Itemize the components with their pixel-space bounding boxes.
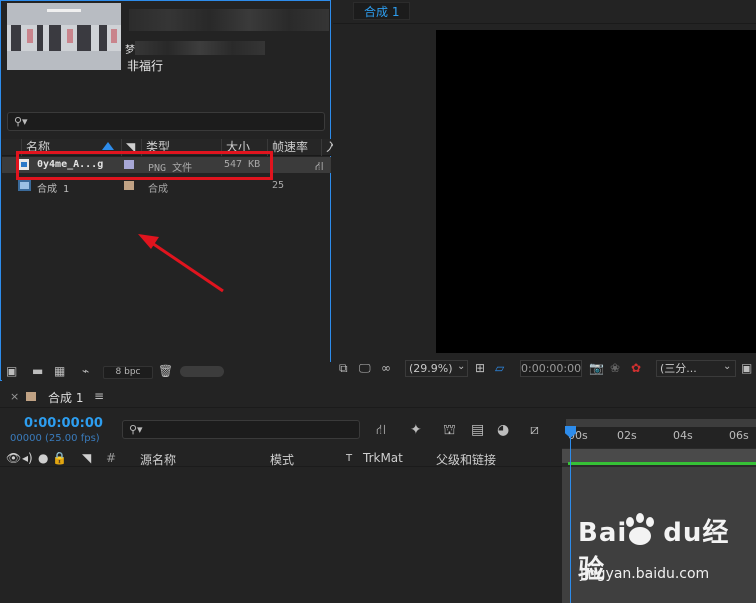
color-channels-icon[interactable]: ✿ <box>631 361 641 375</box>
close-icon[interactable]: × <box>10 390 19 403</box>
new-folder-icon[interactable]: ▬ <box>32 364 43 378</box>
lock-icon[interactable]: 🔒 <box>52 451 67 465</box>
blurred-info-region-2 <box>135 41 265 55</box>
composition-flowchart-icon[interactable]: ⛙ <box>376 422 386 440</box>
ruler-tick: 06s <box>729 429 749 442</box>
audio-toggle-icon[interactable]: ◂) <box>22 451 33 465</box>
footage-info-text: 非福行 <box>127 59 164 73</box>
column-t[interactable]: T <box>346 453 352 464</box>
mask-visibility-icon[interactable]: ∞ <box>381 361 391 375</box>
panel-menu-icon[interactable]: ≡ <box>94 389 104 403</box>
footage-info-mark: 梦 <box>125 45 135 56</box>
bit-depth-button[interactable]: 8 bpc <box>103 366 153 379</box>
column-more[interactable]: 入 <box>321 139 333 156</box>
project-panel: 梦 非福行 ⚲▾ 名称 ◥ 类型 大小 帧速率 入 0y4me_A...g PN… <box>0 0 333 381</box>
frame-blending-icon[interactable]: ▤ <box>471 422 484 438</box>
timeline-current-time[interactable]: 0:00:00:00 <box>24 416 103 431</box>
search-icon: ⚲▾ <box>129 423 143 436</box>
title-safe-icon[interactable]: ⊞ <box>475 361 485 375</box>
new-composition-icon[interactable]: ▦ <box>54 364 65 378</box>
item-type: 合成 <box>148 184 168 195</box>
composition-viewer: 合成 1 ⧉ 🖵 ∞ (29.9%) ⌄ ⊞ ▱ 0:00:00:00 📷 ❀ … <box>333 0 756 381</box>
region-of-interest-icon[interactable]: ▣ <box>741 361 752 375</box>
motion-blur-icon[interactable]: ◕ <box>497 422 509 438</box>
camera-snapshot-icon[interactable]: 📷 <box>589 361 604 375</box>
label-swatch[interactable] <box>124 181 134 190</box>
work-area-bar[interactable] <box>562 449 756 463</box>
timeline-tab-bar: × 合成 1 ≡ <box>0 384 756 408</box>
time-navigator-bar[interactable] <box>566 419 756 427</box>
project-footer-toolbar: ▣ ▬ ▦ ⌁ 8 bpc 🗑 <box>2 362 331 381</box>
always-preview-icon[interactable]: ⧉ <box>339 361 348 376</box>
column-trkmat[interactable]: TrkMat <box>363 451 403 465</box>
interpret-footage-icon[interactable]: ▣ <box>6 364 17 378</box>
composition-canvas[interactable] <box>436 30 756 353</box>
time-ruler[interactable]: 00s 02s 04s 06s <box>562 414 756 448</box>
layer-column-header: 👁 ◂) ● 🔒 ◥ # 源名称 模式 T TrkMat 父级和链接 <box>0 450 562 467</box>
graph-editor-icon[interactable]: ⧄ <box>530 422 539 438</box>
label-tag-icon[interactable]: ◥ <box>82 451 91 465</box>
label-swatch <box>26 392 36 401</box>
flowchart-icon[interactable]: ⛙ <box>315 159 323 175</box>
horizontal-scrollbar[interactable] <box>180 366 224 377</box>
watermark-url: jingyan.baidu.com <box>580 566 710 582</box>
chevron-down-icon: ⌄ <box>723 361 732 372</box>
video-toggle-icon[interactable]: 👁 <box>6 451 21 465</box>
blurred-info-region <box>129 9 329 31</box>
viewer-toolbar: ⧉ 🖵 ∞ (29.9%) ⌄ ⊞ ▱ 0:00:00:00 📷 ❀ ✿ (三分… <box>333 358 756 380</box>
after-effects-window: 梦 非福行 ⚲▾ 名称 ◥ 类型 大小 帧速率 入 0y4me_A...g PN… <box>0 0 756 603</box>
timeline-search-input[interactable]: ⚲▾ <box>122 420 360 439</box>
search-icon: ⚲▾ <box>14 115 28 128</box>
flowchart-icon[interactable]: ⌁ <box>82 364 89 378</box>
column-mode[interactable]: 模式 <box>270 451 294 468</box>
ruler-tick: 02s <box>617 429 637 442</box>
item-fps: 25 <box>272 180 285 191</box>
show-snapshot-icon[interactable]: ❀ <box>610 361 620 375</box>
footage-thumbnail <box>7 3 121 70</box>
toggle-mask-icon[interactable]: ▱ <box>495 361 504 375</box>
column-fps[interactable]: 帧速率 <box>267 139 321 156</box>
playhead-line[interactable] <box>570 426 571 603</box>
sort-ascending-icon <box>102 142 114 150</box>
shy-layers-icon[interactable]: ⛫ <box>443 422 456 440</box>
column-parent[interactable]: 父级和链接 <box>436 451 496 468</box>
baidu-jingyan-watermark: Bai du经验 jingyan.baidu.com <box>578 512 754 600</box>
column-number: # <box>106 451 117 465</box>
chevron-down-icon: ⌄ <box>457 361 466 372</box>
item-name: 合成 1 <box>37 184 70 195</box>
project-search-input[interactable]: ⚲▾ <box>7 112 325 131</box>
tab-composition[interactable]: 合成 1 <box>48 389 83 406</box>
timeline-frame-info: 00000 (25.00 fps) <box>10 433 100 444</box>
render-cache-bar <box>568 462 756 465</box>
solo-icon[interactable]: ● <box>38 451 48 465</box>
trash-icon[interactable]: 🗑 <box>158 364 173 378</box>
column-source-name[interactable]: 源名称 <box>140 451 176 468</box>
project-item-row[interactable]: 合成 1 合成 25 <box>2 178 331 195</box>
composition-icon <box>18 180 31 191</box>
annotation-highlight-box <box>16 151 273 180</box>
current-time-display[interactable]: 0:00:00:00 <box>520 360 582 377</box>
paw-logo-icon <box>626 513 654 545</box>
tab-composition[interactable]: 合成 1 <box>353 2 411 20</box>
ruler-tick: 04s <box>673 429 693 442</box>
monitor-icon[interactable]: 🖵 <box>359 361 371 376</box>
draft-3d-icon[interactable]: ✦ <box>410 422 422 438</box>
